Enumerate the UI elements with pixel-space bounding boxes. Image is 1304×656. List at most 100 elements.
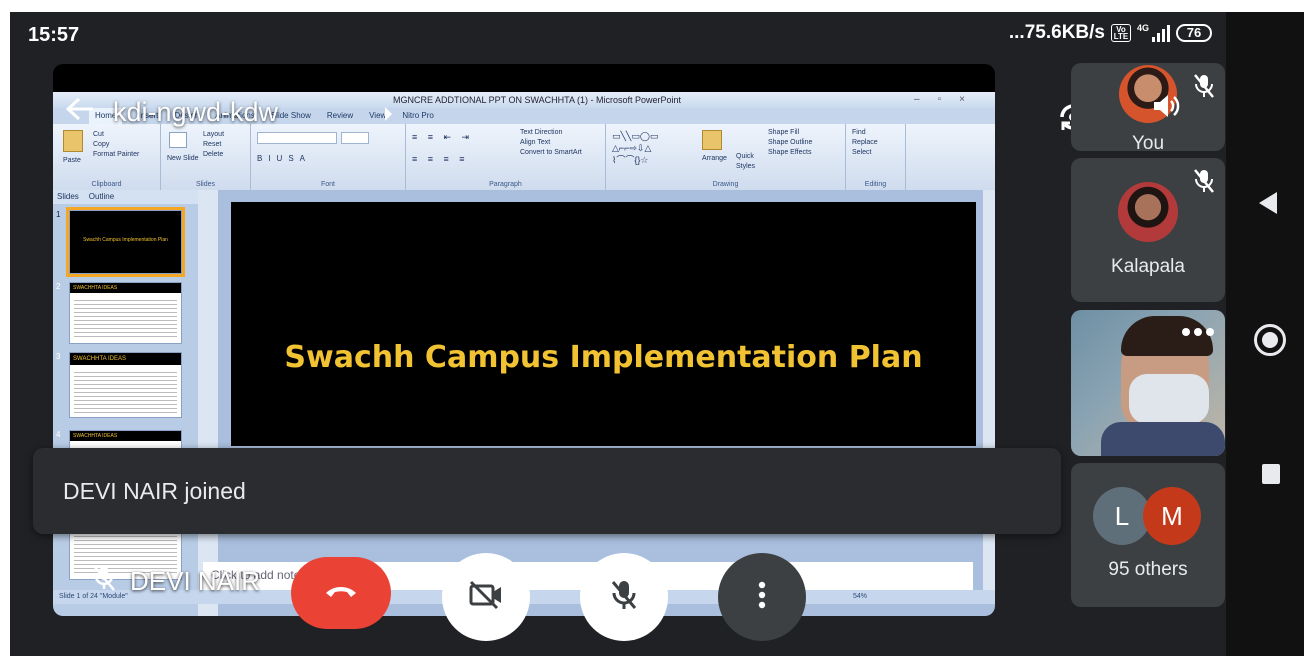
- phone-screen: 15:57 ...75.6KB/s Vo LTE 4G 76 MGNCRE AD…: [10, 12, 1226, 656]
- thumb-title: SWACHHTA IDEAS: [70, 353, 181, 365]
- ribbon-group-editing: Find Replace Select Editing: [846, 124, 906, 190]
- convert-smartart-button[interactable]: Convert to SmartArt: [516, 148, 582, 158]
- align-text-button[interactable]: Align Text: [516, 138, 582, 148]
- thumb-title: Swachh Campus Implementation Plan: [83, 237, 168, 243]
- new-slide-icon: [169, 132, 187, 148]
- speaker-icon: [1151, 91, 1181, 126]
- shape-fill-button[interactable]: Shape Fill: [764, 128, 812, 138]
- select-button[interactable]: Select: [848, 148, 878, 158]
- shape-effects-button[interactable]: Shape Effects: [764, 148, 812, 158]
- network-type: 4G: [1136, 23, 1149, 33]
- slide-thumbnail[interactable]: SWACHHTA IDEAS: [69, 352, 182, 418]
- participant-video-tile[interactable]: [1071, 310, 1225, 456]
- thumb-number: 3: [56, 352, 61, 361]
- quick-styles-button[interactable]: Quick Styles: [732, 152, 762, 172]
- participant-tile-self[interactable]: You: [1071, 63, 1225, 151]
- status-indicators: ...75.6KB/s Vo LTE 4G 76: [1009, 22, 1212, 44]
- mic-toggle-button[interactable]: [580, 553, 668, 641]
- camera-toggle-button[interactable]: [442, 553, 530, 641]
- mic-off-icon: [1193, 73, 1215, 104]
- ribbon-group-slides: New Slide Layout Reset Delete Slides: [161, 124, 251, 190]
- align-buttons[interactable]: ≡ ≡ ≡ ≡: [412, 154, 469, 164]
- participant-tile[interactable]: Kalapala: [1071, 158, 1225, 302]
- participant-name: Kalapala: [1111, 256, 1185, 277]
- volte-icon: Vo LTE: [1110, 24, 1131, 42]
- face-mask: [1129, 374, 1209, 424]
- participant-shirt: [1101, 422, 1225, 456]
- more-vert-icon: [758, 581, 766, 614]
- slides-pane-scrollbar[interactable]: [198, 190, 218, 616]
- join-notification: DEVI NAIR joined: [33, 448, 1061, 534]
- tab-outline[interactable]: Outline: [89, 190, 114, 204]
- zoom-level: 54%: [853, 593, 868, 600]
- ppt-tab-review[interactable]: Review: [327, 108, 353, 124]
- replace-button[interactable]: Replace: [848, 138, 878, 148]
- ribbon-group-label: Clipboard: [91, 181, 122, 188]
- nav-back-icon[interactable]: [1259, 192, 1277, 214]
- arrange-icon: [702, 130, 722, 150]
- thumb-text: [74, 369, 177, 413]
- font-format-buttons[interactable]: BIUSA: [257, 154, 311, 163]
- slide-title: Swachh Campus Implementation Plan: [284, 340, 923, 375]
- ribbon-group-label: Editing: [864, 181, 887, 188]
- thumb-title: SWACHHTA IDEAS: [70, 431, 181, 441]
- others-count: 95 others: [1108, 559, 1188, 580]
- more-options-button[interactable]: [718, 553, 806, 641]
- ribbon-group-label: Paragraph: [489, 181, 522, 188]
- android-nav-bar: [1226, 12, 1304, 656]
- mic-off-icon: [1193, 168, 1215, 199]
- thumb-number: 4: [56, 430, 61, 439]
- paste-icon: [63, 130, 83, 152]
- ribbon-group-label: Slides: [195, 181, 216, 188]
- thumb-number: 2: [56, 282, 61, 291]
- mic-off-icon: [92, 564, 116, 599]
- delete-button[interactable]: Delete: [199, 150, 224, 160]
- tab-slides[interactable]: Slides: [57, 190, 79, 204]
- current-slide: Swachh Campus Implementation Plan: [231, 202, 976, 446]
- ppt-tab-nitro[interactable]: Nitro Pro: [402, 108, 434, 124]
- end-call-icon: [324, 583, 358, 604]
- more-horiz-icon[interactable]: [1181, 324, 1215, 342]
- cut-button[interactable]: Cut: [89, 130, 139, 140]
- ribbon-group-clipboard: Paste Cut Copy Format Painter Clipboard: [53, 124, 161, 190]
- meeting-code[interactable]: kdi-ngwd-kdw: [113, 97, 278, 128]
- avatar: [1118, 182, 1178, 242]
- thumb-text: [74, 297, 177, 337]
- paste-button[interactable]: Paste: [59, 156, 81, 166]
- back-arrow-icon[interactable]: [65, 96, 95, 129]
- others-tile[interactable]: L M 95 others: [1071, 463, 1225, 607]
- nav-recents-icon[interactable]: [1262, 464, 1280, 484]
- slides-pane-tabs: Slides Outline: [53, 190, 198, 204]
- thumb-number: 1: [56, 210, 61, 219]
- ribbon-group-label: Font: [320, 181, 335, 188]
- presenter-name: DEVI NAIR: [130, 566, 261, 596]
- end-call-button[interactable]: [291, 557, 391, 629]
- font-name-field[interactable]: [257, 132, 337, 144]
- meeting-header: kdi-ngwd-kdw: [65, 96, 278, 129]
- thumb-title: SWACHHTA IDEAS: [70, 283, 181, 293]
- ppt-window-title: MGNCRE ADDTIONAL PPT ON SWACHHTA (1) - M…: [393, 95, 682, 105]
- ribbon-group-drawing: ▭╲╲▭◯▭ △⌐⌐⇨⇩△ ⌇⌒⌒{}☆ Arrange Quick Styles …: [606, 124, 846, 190]
- list-buttons[interactable]: ≡ ≡ ⇤ ⇥: [412, 132, 473, 143]
- shape-outline-button[interactable]: Shape Outline: [764, 138, 812, 148]
- slide-thumbnail[interactable]: Swachh Campus Implementation Plan: [66, 207, 185, 277]
- ppt-window-controls: –▫×: [914, 94, 983, 105]
- text-direction-button[interactable]: Text Direction: [516, 128, 582, 138]
- arrange-button[interactable]: Arrange: [698, 154, 727, 164]
- slide-thumbnail[interactable]: SWACHHTA IDEAS: [69, 282, 182, 344]
- ribbon-group-label: Drawing: [712, 181, 739, 188]
- layout-button[interactable]: Layout: [199, 130, 224, 140]
- font-size-field[interactable]: [341, 132, 369, 144]
- format-painter-button[interactable]: Format Painter: [89, 150, 139, 160]
- chevron-right-icon[interactable]: [384, 106, 394, 127]
- battery-icon: 76: [1176, 24, 1212, 42]
- network-speed: ...75.6KB/s: [1008, 22, 1105, 43]
- find-button[interactable]: Find: [848, 128, 878, 138]
- reset-button[interactable]: Reset: [199, 140, 224, 150]
- copy-button[interactable]: Copy: [89, 140, 139, 150]
- shapes-gallery[interactable]: ▭╲╲▭◯▭ △⌐⌐⇨⇩△ ⌇⌒⌒{}☆: [612, 130, 658, 166]
- presenter-label: DEVI NAIR: [92, 564, 260, 599]
- new-slide-button[interactable]: New Slide: [163, 154, 199, 164]
- camera-off-icon: [468, 580, 504, 615]
- nav-home-icon[interactable]: [1254, 324, 1286, 356]
